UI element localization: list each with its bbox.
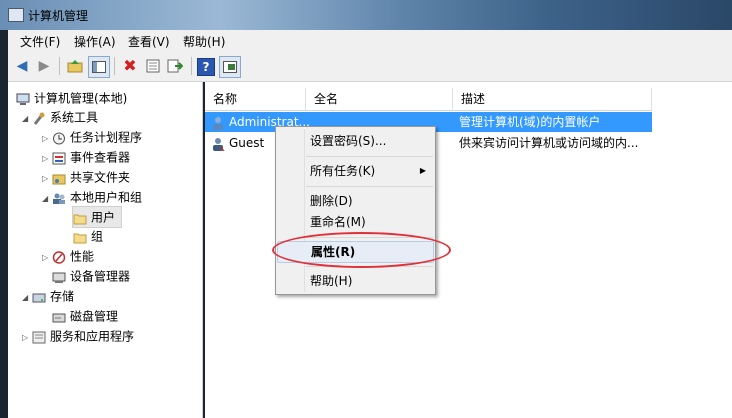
storage-icon xyxy=(32,290,46,303)
collapsed-arrow-icon[interactable]: ▷ xyxy=(42,169,52,189)
tree-item-device-manager[interactable]: 设备管理器 xyxy=(52,266,130,286)
menu-bar: 文件(F) 操作(A) 查看(V) 帮助(H) xyxy=(8,30,732,51)
user-description: 管理计算机(域)的内置帐户 xyxy=(459,115,601,129)
toolbar-separator xyxy=(191,57,192,75)
menu-help[interactable]: 帮助(H) xyxy=(183,33,225,50)
tree-item-computer-management[interactable]: 计算机管理(本地) xyxy=(16,88,127,108)
console-tree-icon[interactable] xyxy=(219,56,241,78)
tree-item-local-users-groups[interactable]: ◢ 本地用户和组 xyxy=(42,187,142,207)
menu-item-set-password[interactable]: 设置密码(S)... xyxy=(277,130,434,152)
column-header-fullname[interactable]: 全名 xyxy=(306,88,453,110)
window-title: 计算机管理 xyxy=(28,9,89,23)
tree-item-services-applications[interactable]: ▷ 服务和应用程序 xyxy=(22,326,134,346)
collapsed-arrow-icon[interactable]: ▷ xyxy=(42,149,52,169)
menu-item-rename[interactable]: 重命名(M) xyxy=(277,211,434,233)
toolbar-separator xyxy=(59,57,60,75)
tree-item-task-scheduler[interactable]: ▷ 任务计划程序 xyxy=(42,127,142,147)
tree-item-shared-folders[interactable]: ▷ 共享文件夹 xyxy=(42,167,130,187)
tree-item-disk-management[interactable]: 磁盘管理 xyxy=(52,306,118,326)
tree-item-users[interactable]: 用户 xyxy=(72,206,123,228)
expanded-arrow-icon[interactable]: ◢ xyxy=(22,109,32,129)
toolbar-separator xyxy=(114,57,115,75)
disk-icon xyxy=(52,310,66,323)
menu-separator xyxy=(306,186,433,187)
expanded-arrow-icon[interactable]: ◢ xyxy=(42,189,52,209)
tree-item-performance[interactable]: ▷ 性能 xyxy=(42,246,94,266)
menu-view[interactable]: 查看(V) xyxy=(128,33,170,50)
menu-action[interactable]: 操作(A) xyxy=(74,33,116,50)
up-folder-icon[interactable] xyxy=(65,56,85,76)
back-arrow-icon[interactable]: ◀ xyxy=(12,56,32,76)
tree-item-groups[interactable]: 组 xyxy=(73,226,103,246)
submenu-arrow-icon: ▶ xyxy=(419,166,426,175)
list-header: 名称 全名 描述 xyxy=(205,88,652,111)
export-list-icon[interactable] xyxy=(165,56,185,76)
user-description: 供来宾访问计算机或访问域的内... xyxy=(459,136,639,150)
shared-folder-icon xyxy=(52,171,66,185)
column-header-description[interactable]: 描述 xyxy=(453,88,652,110)
performance-icon xyxy=(52,250,66,264)
services-icon xyxy=(32,330,46,344)
user-icon xyxy=(211,116,225,130)
collapsed-arrow-icon[interactable]: ▷ xyxy=(22,328,32,348)
device-manager-icon xyxy=(52,270,66,283)
forward-arrow-icon[interactable]: ▶ xyxy=(34,56,54,76)
user-name: Guest xyxy=(229,136,265,150)
computer-management-icon xyxy=(8,8,24,22)
toolbar: ◀ ▶ ✖ ? xyxy=(8,51,732,82)
collapsed-arrow-icon[interactable]: ▷ xyxy=(42,248,52,268)
expanded-arrow-icon[interactable]: ◢ xyxy=(22,288,32,308)
console-tree: 计算机管理(本地) ◢ 系统工具 ▷ 任务计划程序 ▷ 事件查看器 ▷ 共享文件夹 ◢ 本… xyxy=(8,82,203,418)
user-icon xyxy=(211,137,225,152)
collapsed-arrow-icon[interactable]: ▷ xyxy=(42,129,52,149)
menu-file[interactable]: 文件(F) xyxy=(20,33,60,50)
event-viewer-icon xyxy=(52,151,66,165)
title-bar: 计算机管理 xyxy=(0,0,732,30)
tree-item-event-viewer[interactable]: ▷ 事件查看器 xyxy=(42,147,130,167)
menu-item-delete[interactable]: 删除(D) xyxy=(277,190,434,212)
tree-item-system-tools[interactable]: ◢ 系统工具 xyxy=(22,107,98,127)
users-group-icon xyxy=(52,191,66,204)
tree-item-storage[interactable]: ◢ 存储 xyxy=(22,286,74,306)
show-hide-tree-icon[interactable] xyxy=(88,56,110,78)
column-header-name[interactable]: 名称 xyxy=(205,88,306,110)
tools-icon xyxy=(32,111,46,125)
menu-item-help[interactable]: 帮助(H) xyxy=(277,270,434,292)
context-menu: 设置密码(S)... 所有任务(K) ▶ 删除(D) 重命名(M) 属性(R) … xyxy=(275,126,436,295)
delete-icon[interactable]: ✖ xyxy=(120,56,140,76)
computer-management-icon xyxy=(16,92,30,105)
clock-icon xyxy=(52,131,66,145)
properties-icon[interactable] xyxy=(143,56,163,76)
folder-icon xyxy=(73,230,87,244)
folder-icon xyxy=(73,211,87,225)
menu-separator xyxy=(306,156,433,157)
annotation-ellipse xyxy=(272,232,451,268)
help-icon[interactable]: ? xyxy=(197,58,215,76)
menu-item-all-tasks[interactable]: 所有任务(K) ▶ xyxy=(277,160,434,182)
